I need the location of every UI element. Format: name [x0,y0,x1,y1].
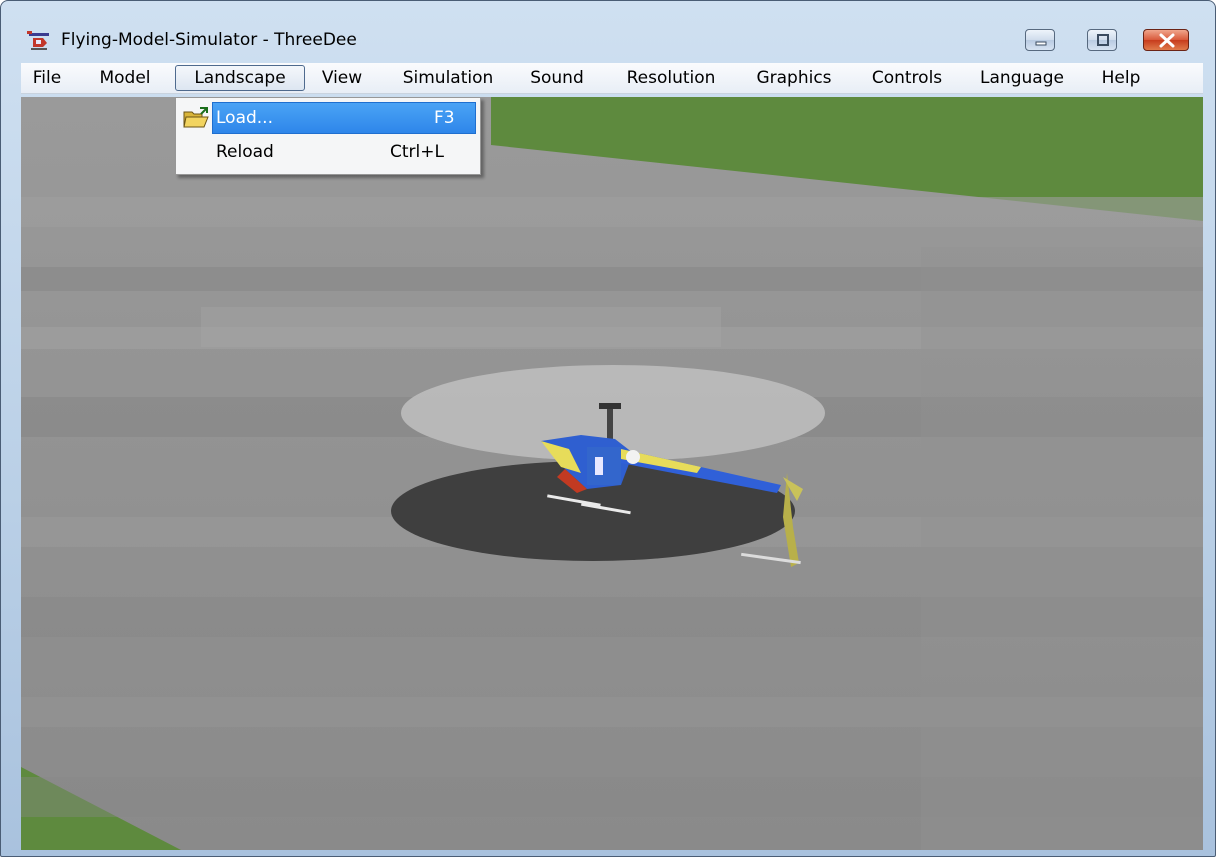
menu-model[interactable]: Model [89,65,161,91]
menu-resolution[interactable]: Resolution [611,65,731,91]
menu-help[interactable]: Help [1091,65,1151,91]
minimize-icon [1035,41,1047,46]
landscape-dropdown-menu: Load... F3 Reload Ctrl+L [175,97,481,175]
maximize-icon [1097,34,1109,46]
menu-graphics[interactable]: Graphics [745,65,843,91]
3d-scene-viewport[interactable] [21,97,1203,850]
menu-item-label: Reload [216,142,274,162]
menu-controls[interactable]: Controls [857,65,957,91]
folder-open-icon [182,106,210,130]
menu-landscape[interactable]: Landscape [175,65,305,91]
app-window: Flying-Model-Simulator - ThreeDee File M… [0,0,1216,857]
helicopter-app-icon[interactable] [27,31,51,53]
menu-item-shortcut: F3 [434,108,455,128]
menu-simulation[interactable]: Simulation [389,65,507,91]
menu-file[interactable]: File [27,65,67,91]
scene-render [21,97,1203,850]
window-title: Flying-Model-Simulator - ThreeDee [61,30,357,50]
menu-item-reload[interactable]: Reload Ctrl+L [178,136,478,168]
close-icon [1159,33,1175,48]
menu-view[interactable]: View [313,65,371,91]
menu-bar: File Model Landscape View Simulation Sou… [21,63,1203,94]
menu-sound[interactable]: Sound [519,65,595,91]
menu-item-shortcut: Ctrl+L [390,142,444,162]
menu-item-load[interactable]: Load... F3 [178,102,478,134]
menu-language[interactable]: Language [967,65,1077,91]
minimize-button[interactable] [1025,29,1055,51]
maximize-button[interactable] [1087,29,1117,51]
menu-item-label: Load... [216,108,273,128]
close-button[interactable] [1143,29,1189,51]
title-bar[interactable]: Flying-Model-Simulator - ThreeDee [1,1,1215,59]
